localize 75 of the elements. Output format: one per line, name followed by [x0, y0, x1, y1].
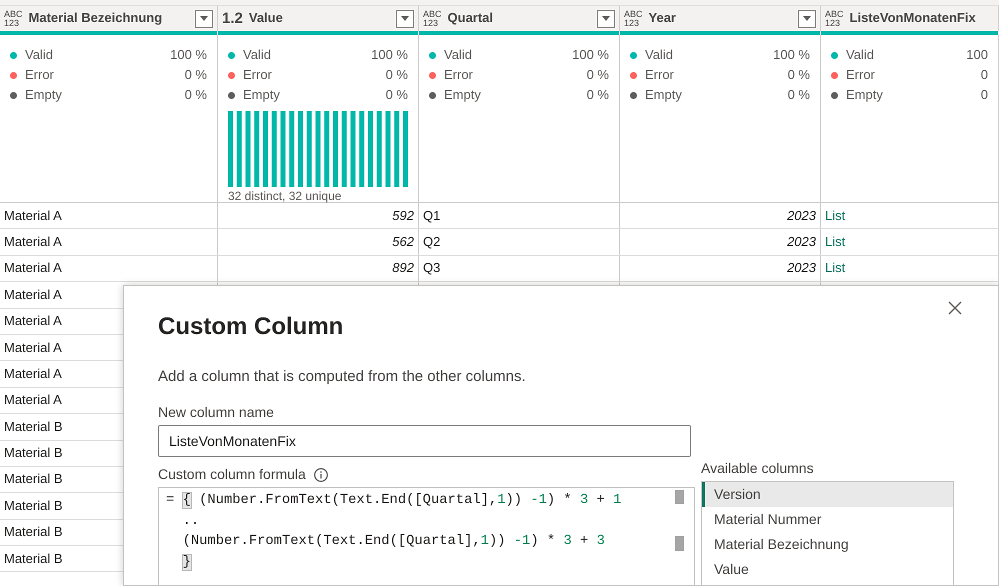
table-cell: Q2	[419, 229, 620, 256]
stat-value: 0 %	[386, 66, 408, 84]
column-title[interactable]: ListeVonMonatenFix	[850, 10, 994, 27]
stat-label: Valid	[444, 46, 473, 64]
table-cell: Q3	[419, 256, 620, 282]
list-item[interactable]: Material Bezeichnung	[702, 532, 953, 557]
stat-value: 100 %	[572, 46, 609, 64]
close-icon	[948, 300, 962, 315]
table-cell: 2023	[620, 203, 821, 230]
stat-value: 0 %	[184, 66, 207, 84]
stat-value: 100 %	[371, 46, 408, 64]
stat-value: 100 %	[773, 46, 810, 64]
stat-value: 0 %	[586, 86, 609, 104]
type-icon[interactable]: ABC 123	[4, 10, 23, 28]
stat-label: Error	[444, 66, 474, 84]
list-item[interactable]: Version	[702, 482, 953, 507]
table-cell: Material A	[0, 229, 218, 256]
table-cell: Q1	[419, 203, 620, 230]
table-cell: 2023	[620, 229, 821, 256]
table-cell: Material A	[0, 203, 218, 230]
stat-value: 100	[966, 46, 988, 64]
filter-dropdown-button[interactable]	[597, 10, 615, 28]
stat-label: Error	[243, 66, 273, 84]
histogram-caption: 32 distinct, 32 unique	[228, 189, 342, 204]
column-name-field[interactable]: ListeVonMonatenFix	[158, 425, 691, 457]
table-cell: Material A	[0, 256, 218, 282]
type-icon[interactable]: ABC 123	[423, 10, 442, 28]
list-item[interactable]: Material Nummer	[702, 507, 953, 532]
stat-label: Empty	[243, 86, 281, 104]
stat-label: Empty	[846, 86, 884, 104]
stat-value: 0 %	[184, 86, 207, 104]
stat-value: 100 %	[170, 46, 207, 64]
stat-value: 0 %	[386, 86, 408, 104]
type-icon[interactable]: ABC 123	[624, 10, 643, 28]
scrollbar-thumb[interactable]	[675, 536, 684, 551]
list-item[interactable]: Value	[702, 557, 953, 582]
list-link[interactable]: List	[821, 256, 999, 282]
stat-label: Empty	[25, 86, 63, 104]
type-icon[interactable]: 1.2	[222, 11, 243, 26]
stat-label: Empty	[645, 86, 683, 104]
stat-label: Valid	[25, 46, 54, 64]
stat-value: 0	[980, 86, 988, 104]
column-title[interactable]: Value	[248, 10, 390, 27]
column-title[interactable]: Material Bezeichnung	[28, 10, 189, 27]
stat-value: 0	[980, 66, 988, 84]
filter-dropdown-button[interactable]	[195, 10, 213, 28]
stat-label: Error	[645, 66, 675, 84]
formula-editor[interactable]: = { (Number.FromText(Text.End([Quartal],1)) -1) * 3 + 1 .. (Number.FromText(Text.End([Quartal],1)) -1) * 3 + 3 }	[158, 487, 695, 585]
stat-label: Valid	[645, 46, 674, 64]
caret-icon	[602, 16, 610, 21]
list-link[interactable]: List	[821, 229, 999, 256]
filter-dropdown-button[interactable]	[798, 10, 816, 28]
stat-label: Error	[25, 66, 55, 84]
caret-icon	[401, 16, 409, 21]
scrollbar-thumb[interactable]	[675, 490, 684, 504]
table-cell: 592	[218, 203, 419, 230]
stat-value: 0 %	[788, 66, 810, 84]
list-link[interactable]: List	[821, 203, 999, 230]
type-icon[interactable]: ABC 123	[825, 10, 844, 28]
filter-dropdown-button[interactable]	[396, 10, 414, 28]
table-cell: 892	[218, 256, 419, 282]
stat-label: Empty	[444, 86, 482, 104]
stat-label: Valid	[846, 46, 875, 64]
info-icon[interactable]	[314, 468, 328, 482]
stat-value: 0 %	[788, 86, 810, 104]
stat-label: Valid	[243, 46, 272, 64]
stat-value: 0 %	[586, 66, 609, 84]
caret-icon	[803, 16, 811, 21]
column-title[interactable]: Quartal	[448, 10, 591, 27]
column-title[interactable]: Year	[648, 10, 792, 27]
table-cell: 562	[218, 229, 419, 256]
table-cell: 2023	[620, 256, 821, 282]
stat-label: Error	[846, 66, 876, 84]
field-label: Available columns	[701, 460, 815, 477]
caret-icon	[200, 16, 208, 21]
